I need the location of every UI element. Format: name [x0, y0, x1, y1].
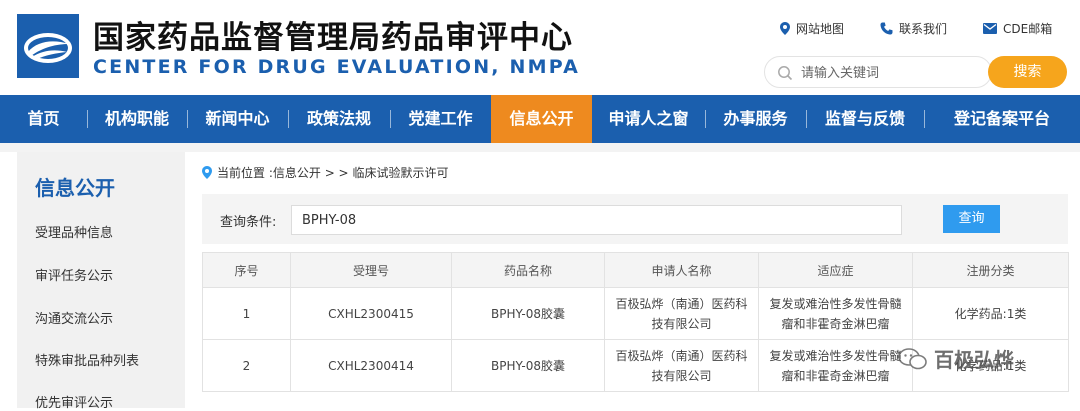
cell-category: 化学药品:1类	[912, 287, 1069, 340]
cell-applicant: 百极弘烨（南通）医药科技有限公司	[604, 339, 759, 392]
query-label: 查询条件:	[220, 215, 277, 230]
breadcrumb: 当前位置 : 信息公开 > > 临床试验默示许可	[202, 164, 448, 181]
sidebar-item-communication[interactable]: 沟通交流公示	[35, 308, 113, 327]
sitemap-link[interactable]: 网站地图	[780, 20, 844, 37]
nav-services[interactable]: 办事服务	[705, 95, 806, 143]
col-header-acceptance-no: 受理号	[290, 252, 452, 288]
site-header: 国家药品监督管理局药品审评中心 CENTER FOR DRUG EVALUATI…	[0, 0, 1080, 95]
nav-functions[interactable]: 机构职能	[87, 95, 187, 143]
nav-party-building[interactable]: 党建工作	[390, 95, 491, 143]
sidebar-item-special-approval[interactable]: 特殊审批品种列表	[35, 350, 139, 369]
breadcrumb-prefix: 当前位置 :	[217, 166, 273, 180]
site-search-button[interactable]: 搜索	[988, 56, 1067, 88]
cell-acceptance-no: CXHL2300415	[290, 287, 452, 340]
cell-acceptance-no: CXHL2300414	[290, 339, 452, 392]
sidebar-item-review-tasks[interactable]: 审评任务公示	[35, 265, 113, 284]
col-header-applicant: 申请人名称	[604, 252, 759, 288]
cell-indication: 复发或难治性多发性骨髓瘤和非霍奇金淋巴瘤	[758, 339, 913, 392]
breadcrumb-current: 临床试验默示许可	[352, 166, 449, 180]
chat-bubble-icon	[898, 347, 927, 369]
cde-mail-link[interactable]: CDE邮箱	[983, 20, 1052, 37]
content-top-strip	[0, 143, 1080, 152]
cell-indication: 复发或难治性多发性骨髓瘤和非霍奇金淋巴瘤	[758, 287, 913, 340]
location-pin-icon	[202, 166, 212, 179]
nav-home[interactable]: 首页	[0, 95, 87, 143]
watermark-text: 百极弘烨	[934, 348, 1014, 372]
cell-drug-name: BPHY-08胶囊	[451, 287, 605, 340]
breadcrumb-separator: > >	[320, 165, 353, 180]
cde-logo[interactable]	[17, 14, 79, 78]
query-panel: 查询条件: 查询	[202, 194, 1068, 244]
site-search-input[interactable]	[801, 63, 981, 83]
cde-mail-label: CDE邮箱	[1003, 22, 1053, 36]
site-title-cn: 国家药品监督管理局药品审评中心	[93, 20, 573, 56]
col-header-drug-name: 药品名称	[451, 252, 605, 288]
contact-label: 联系我们	[899, 22, 948, 36]
nav-policies[interactable]: 政策法规	[288, 95, 390, 143]
nav-applicant-window[interactable]: 申请人之窗	[592, 95, 705, 143]
location-pin-icon	[780, 22, 790, 35]
query-input[interactable]	[291, 205, 902, 235]
nav-registration-platform[interactable]: 登记备案平台	[924, 95, 1080, 143]
breadcrumb-link-info-disclosure[interactable]: 信息公开	[273, 164, 321, 181]
top-links: 网站地图 联系我们 CDE邮箱	[780, 20, 1052, 37]
sidebar-item-priority-review[interactable]: 优先审评公示	[35, 392, 113, 411]
table-header-row: 序号 受理号 药品名称 申请人名称 适应症 注册分类	[202, 252, 1069, 288]
nav-supervision-feedback[interactable]: 监督与反馈	[806, 95, 924, 143]
col-header-indication: 适应症	[758, 252, 913, 288]
contact-link[interactable]: 联系我们	[880, 20, 947, 37]
site-title-en: CENTER FOR DRUG EVALUATION, NMPA	[93, 56, 581, 78]
mail-icon	[983, 23, 998, 34]
sidebar-title: 信息公开	[35, 176, 115, 200]
col-header-category: 注册分类	[912, 252, 1069, 288]
main-nav: 首页 机构职能 新闻中心 政策法规 党建工作 信息公开 申请人之窗 办事服务 监…	[0, 95, 1080, 143]
cde-logo-icon	[17, 14, 79, 78]
cell-applicant: 百极弘烨（南通）医药科技有限公司	[604, 287, 759, 340]
table-row[interactable]: 1 CXHL2300415 BPHY-08胶囊 百极弘烨（南通）医药科技有限公司…	[202, 287, 1069, 340]
sitemap-label: 网站地图	[796, 22, 845, 36]
col-header-no: 序号	[202, 252, 291, 288]
search-icon	[778, 66, 793, 81]
query-button[interactable]: 查询	[943, 205, 1000, 233]
cell-no: 1	[202, 287, 291, 340]
phone-icon	[880, 22, 893, 35]
sidebar-item-accepted-varieties[interactable]: 受理品种信息	[35, 222, 113, 241]
cell-no: 2	[202, 339, 291, 392]
site-search-box	[764, 56, 992, 88]
nav-info-disclosure[interactable]: 信息公开	[491, 95, 592, 143]
watermark: 百极弘烨	[898, 344, 1014, 373]
sidebar: 信息公开 受理品种信息 审评任务公示 沟通交流公示 特殊审批品种列表 优先审评公…	[17, 152, 185, 411]
nav-news[interactable]: 新闻中心	[187, 95, 288, 143]
cell-drug-name: BPHY-08胶囊	[451, 339, 605, 392]
